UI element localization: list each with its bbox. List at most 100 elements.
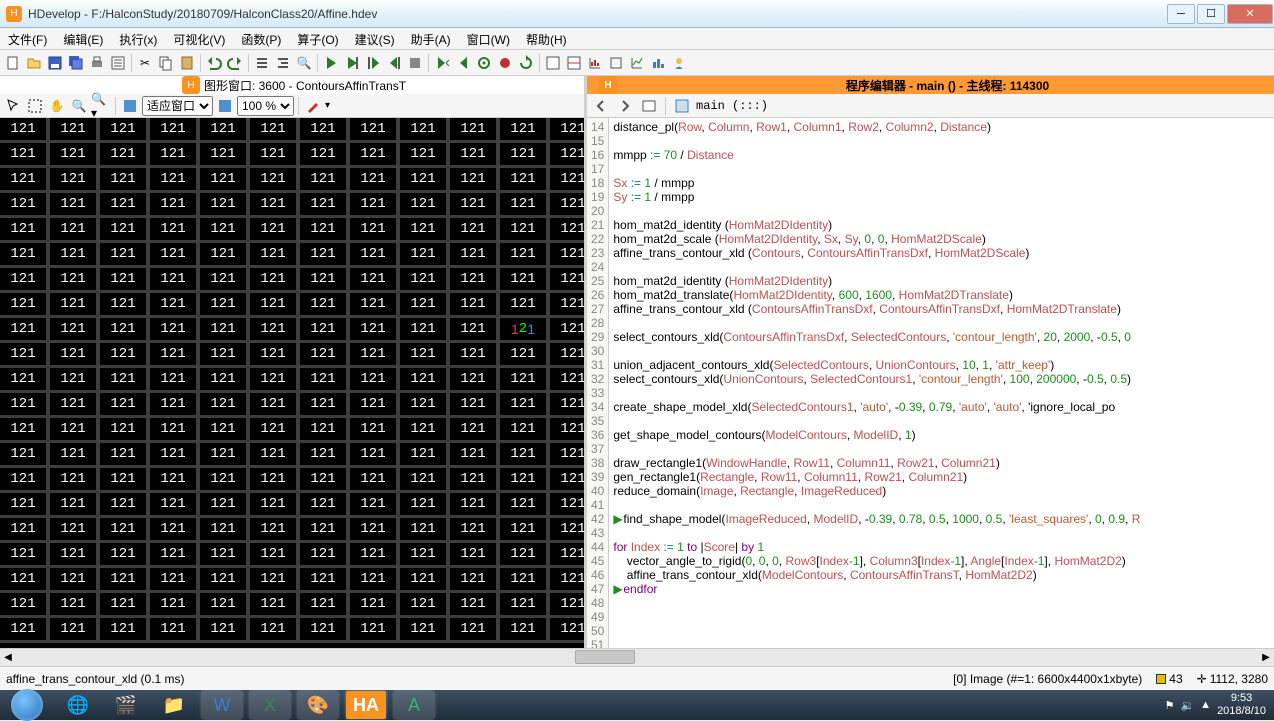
code-line[interactable]: hom_mat2d_translate(HomMat2DIdentity, 60… bbox=[613, 288, 1270, 302]
cut-button[interactable]: ✂ bbox=[135, 53, 155, 73]
code-line[interactable]: mmpp := 70 / Distance bbox=[613, 148, 1270, 162]
reset-button[interactable] bbox=[474, 53, 494, 73]
open-button[interactable] bbox=[24, 53, 44, 73]
color-tool[interactable] bbox=[303, 96, 323, 116]
code-line[interactable]: affine_trans_contour_xld (Contours, Cont… bbox=[613, 246, 1270, 260]
code-line[interactable]: affine_trans_contour_xld (ContoursAffinT… bbox=[613, 302, 1270, 316]
copy-button[interactable] bbox=[156, 53, 176, 73]
task-paint[interactable]: 🎨 bbox=[298, 691, 338, 719]
code-line[interactable]: hom_mat2d_identity (HomMat2DIdentity) bbox=[613, 218, 1270, 232]
step-over-button[interactable] bbox=[342, 53, 362, 73]
task-hdevelop[interactable]: HA bbox=[346, 691, 386, 719]
pointer-tool[interactable] bbox=[3, 96, 23, 116]
code-line[interactable]: select_contours_xld(UnionContours, Selec… bbox=[613, 372, 1270, 386]
zoom-dropdown[interactable]: 🔍▾ bbox=[91, 96, 111, 116]
breakpoint-button[interactable] bbox=[495, 53, 515, 73]
nav-back-button[interactable] bbox=[591, 96, 611, 116]
code-line[interactable] bbox=[613, 624, 1270, 638]
code-line[interactable] bbox=[613, 344, 1270, 358]
list-button[interactable] bbox=[252, 53, 272, 73]
chart1-button[interactable] bbox=[585, 53, 605, 73]
menu-item[interactable]: 建议(S) bbox=[347, 28, 403, 49]
maximize-button[interactable]: ☐ bbox=[1197, 4, 1225, 24]
code-line[interactable]: draw_rectangle1(WindowHandle, Row11, Col… bbox=[613, 456, 1270, 470]
close-button[interactable]: ✕ bbox=[1227, 4, 1273, 24]
magnifier-tool[interactable]: 🔍 bbox=[69, 96, 89, 116]
code-line[interactable]: union_adjacent_contours_xld(SelectedCont… bbox=[613, 358, 1270, 372]
menu-item[interactable]: 算子(O) bbox=[289, 28, 346, 49]
code-line[interactable]: affine_trans_contour_xld(ModelContours, … bbox=[613, 568, 1270, 582]
redo-button[interactable] bbox=[225, 53, 245, 73]
scroll-right-button[interactable]: ▶ bbox=[1258, 649, 1274, 666]
code-line[interactable] bbox=[613, 204, 1270, 218]
menu-item[interactable]: 帮助(H) bbox=[518, 28, 575, 49]
code-line[interactable]: hom_mat2d_identity (HomMat2DIdentity) bbox=[613, 274, 1270, 288]
fit-mode-select[interactable]: 适应窗口 bbox=[142, 96, 213, 116]
code-line[interactable]: select_contours_xld(ContoursAffinTransDx… bbox=[613, 330, 1270, 344]
code-line[interactable]: Sx := 1 / mmpp bbox=[613, 176, 1270, 190]
menu-item[interactable]: 函数(P) bbox=[233, 28, 289, 49]
minimize-button[interactable]: ─ bbox=[1167, 4, 1195, 24]
dropdown-icon[interactable]: ▾ bbox=[325, 100, 330, 111]
nav-forward-button[interactable] bbox=[615, 96, 635, 116]
menu-item[interactable]: 执行(x) bbox=[111, 28, 165, 49]
window1-button[interactable] bbox=[543, 53, 563, 73]
code-line[interactable] bbox=[613, 316, 1270, 330]
tray-flag-icon[interactable]: ⚑ bbox=[1165, 699, 1175, 712]
zoom-percent-select[interactable]: 100 % bbox=[237, 96, 294, 116]
chart4-button[interactable] bbox=[648, 53, 668, 73]
code-line[interactable]: create_shape_model_xld(SelectedContours1… bbox=[613, 400, 1270, 414]
scroll-thumb[interactable] bbox=[575, 650, 635, 664]
task-word[interactable]: W bbox=[202, 691, 242, 719]
clock[interactable]: 9:53 2018/8/10 bbox=[1217, 692, 1266, 717]
menu-item[interactable]: 助手(A) bbox=[403, 28, 459, 49]
code-line[interactable]: get_shape_model_contours(ModelContours, … bbox=[613, 428, 1270, 442]
code-line[interactable] bbox=[613, 442, 1270, 456]
zoom-rect-tool[interactable] bbox=[25, 96, 45, 116]
stop-button[interactable] bbox=[405, 53, 425, 73]
code-line[interactable] bbox=[613, 610, 1270, 624]
step-cursor-button[interactable] bbox=[432, 53, 452, 73]
code-line[interactable] bbox=[613, 386, 1270, 400]
code-line[interactable]: Sy := 1 / mmpp bbox=[613, 190, 1270, 204]
print-button[interactable] bbox=[87, 53, 107, 73]
task-ie[interactable]: 🌐 bbox=[58, 691, 98, 719]
indent-button[interactable] bbox=[273, 53, 293, 73]
code-line[interactable]: hom_mat2d_scale (HomMat2DIdentity, Sx, S… bbox=[613, 232, 1270, 246]
save-all-button[interactable] bbox=[66, 53, 86, 73]
h-scrollbar[interactable]: ◀ ▶ bbox=[0, 648, 1274, 666]
scroll-left-button[interactable]: ◀ bbox=[0, 649, 16, 666]
run-button[interactable] bbox=[321, 53, 341, 73]
menu-item[interactable]: 窗口(W) bbox=[459, 28, 518, 49]
paste-button[interactable] bbox=[177, 53, 197, 73]
new-button[interactable] bbox=[3, 53, 23, 73]
menu-item[interactable]: 可视化(V) bbox=[165, 28, 233, 49]
tray-volume-icon[interactable]: 🔉 bbox=[1180, 699, 1194, 712]
code-area[interactable]: 1415161718192021222324252627282930313233… bbox=[587, 118, 1274, 648]
undo-button[interactable] bbox=[204, 53, 224, 73]
task-explorer[interactable]: 📁 bbox=[154, 691, 194, 719]
code-line[interactable] bbox=[613, 638, 1270, 648]
code-line[interactable] bbox=[613, 526, 1270, 540]
step-back-button[interactable] bbox=[453, 53, 473, 73]
code-line[interactable]: distance_pl(Row, Column, Row1, Column1, … bbox=[613, 120, 1270, 134]
code-line[interactable] bbox=[613, 162, 1270, 176]
window2-button[interactable] bbox=[564, 53, 584, 73]
tray-up-icon[interactable]: ▲ bbox=[1200, 699, 1211, 711]
code-line[interactable] bbox=[613, 498, 1270, 512]
assistant-button[interactable] bbox=[669, 53, 689, 73]
code-line[interactable] bbox=[613, 414, 1270, 428]
menu-item[interactable]: 编辑(E) bbox=[55, 28, 111, 49]
code-line[interactable] bbox=[613, 596, 1270, 610]
hand-tool[interactable]: ✋ bbox=[47, 96, 67, 116]
task-excel[interactable]: X bbox=[250, 691, 290, 719]
step-out-button[interactable] bbox=[384, 53, 404, 73]
code-line[interactable]: for Index := 1 to |Score| by 1 bbox=[613, 540, 1270, 554]
task-media[interactable]: 🎬 bbox=[106, 691, 146, 719]
chart2-button[interactable] bbox=[606, 53, 626, 73]
nav-list-button[interactable] bbox=[639, 96, 659, 116]
code-line[interactable] bbox=[613, 134, 1270, 148]
step-into-button[interactable] bbox=[363, 53, 383, 73]
refresh-button[interactable] bbox=[516, 53, 536, 73]
menu-item[interactable]: 文件(F) bbox=[0, 28, 55, 49]
